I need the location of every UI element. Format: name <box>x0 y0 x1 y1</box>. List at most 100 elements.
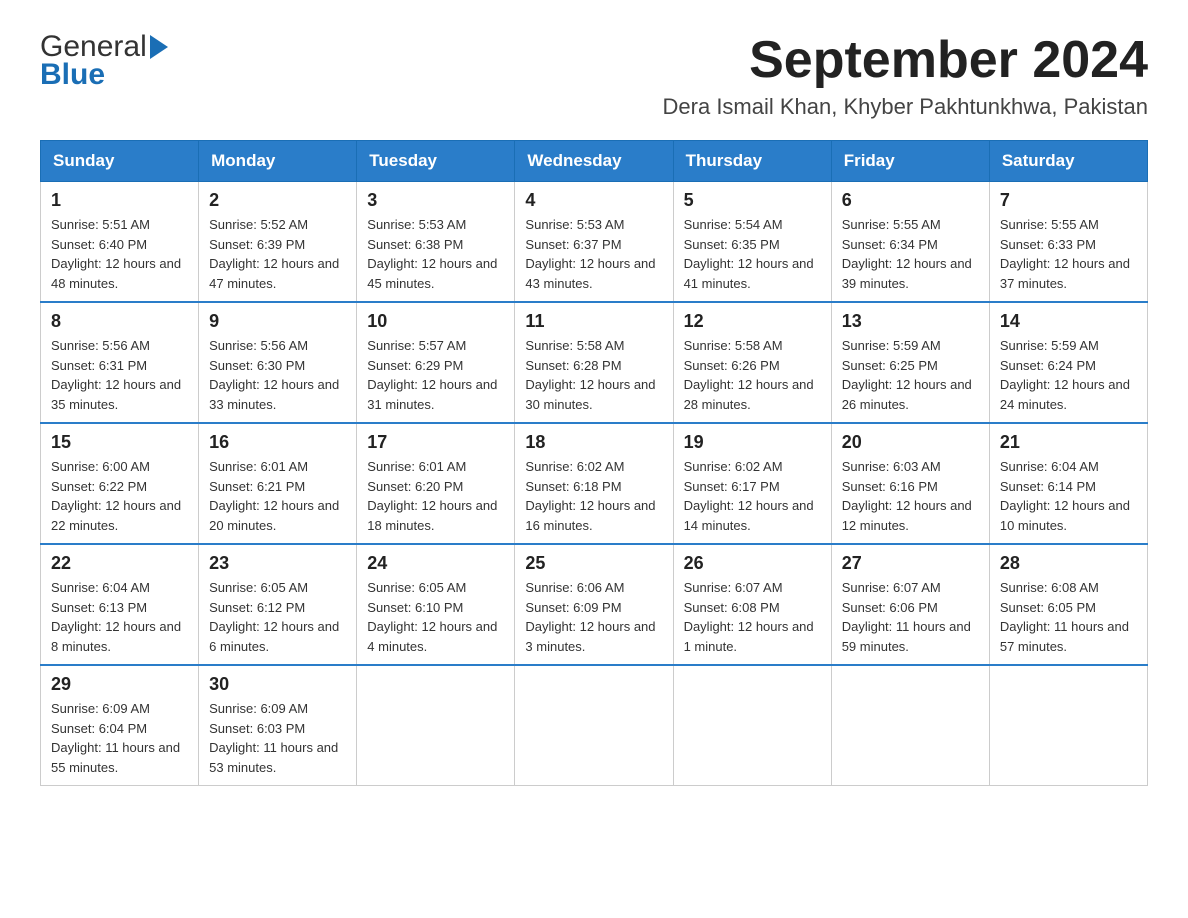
header: General Blue September 2024 Dera Ismail … <box>40 30 1148 120</box>
calendar-week-5: 29 Sunrise: 6:09 AMSunset: 6:04 PMDayligh… <box>41 665 1148 786</box>
day-number: 16 <box>209 432 346 453</box>
calendar-cell: 8Sunrise: 5:56 AMSunset: 6:31 PMDaylight… <box>41 302 199 423</box>
day-number: 2 <box>209 190 346 211</box>
calendar-cell: 7 Sunrise: 5:55 AMSunset: 6:33 PMDaylight… <box>989 182 1147 303</box>
day-info: Sunrise: 6:00 AMSunset: 6:22 PMDaylight:… <box>51 457 188 535</box>
calendar-cell: 27 Sunrise: 6:07 AMSunset: 6:06 PMDayligh… <box>831 544 989 665</box>
calendar-cell <box>989 665 1147 786</box>
day-number: 29 <box>51 674 188 695</box>
day-info: Sunrise: 6:08 AMSunset: 6:05 PMDaylight:… <box>1000 578 1137 656</box>
day-number: 23 <box>209 553 346 574</box>
day-info: Sunrise: 6:04 AMSunset: 6:13 PMDaylight:… <box>51 578 188 656</box>
day-number: 25 <box>525 553 662 574</box>
day-info: Sunrise: 5:56 AMSunset: 6:30 PMDaylight:… <box>209 336 346 414</box>
calendar-cell: 24Sunrise: 6:05 AMSunset: 6:10 PMDayligh… <box>357 544 515 665</box>
calendar-cell: 10 Sunrise: 5:57 AMSunset: 6:29 PMDayligh… <box>357 302 515 423</box>
calendar-cell: 3 Sunrise: 5:53 AMSunset: 6:38 PMDaylight… <box>357 182 515 303</box>
day-info: Sunrise: 6:03 AMSunset: 6:16 PMDaylight:… <box>842 457 979 535</box>
calendar-cell: 26Sunrise: 6:07 AMSunset: 6:08 PMDayligh… <box>673 544 831 665</box>
calendar-cell: 16 Sunrise: 6:01 AMSunset: 6:21 PMDayligh… <box>199 423 357 544</box>
header-sunday: Sunday <box>41 141 199 182</box>
calendar-cell: 17 Sunrise: 6:01 AMSunset: 6:20 PMDayligh… <box>357 423 515 544</box>
day-number: 4 <box>525 190 662 211</box>
calendar-cell <box>673 665 831 786</box>
day-info: Sunrise: 5:59 AMSunset: 6:24 PMDaylight:… <box>1000 336 1137 414</box>
day-info: Sunrise: 6:02 AMSunset: 6:18 PMDaylight:… <box>525 457 662 535</box>
logo-blue-text: Blue <box>40 58 168 92</box>
day-number: 28 <box>1000 553 1137 574</box>
calendar-week-4: 22Sunrise: 6:04 AMSunset: 6:13 PMDayligh… <box>41 544 1148 665</box>
day-number: 10 <box>367 311 504 332</box>
day-number: 26 <box>684 553 821 574</box>
logo-arrow-icon <box>150 35 168 59</box>
calendar-cell: 18 Sunrise: 6:02 AMSunset: 6:18 PMDayligh… <box>515 423 673 544</box>
calendar-table: Sunday Monday Tuesday Wednesday Thursday… <box>40 140 1148 786</box>
day-info: Sunrise: 5:52 AMSunset: 6:39 PMDaylight:… <box>209 215 346 293</box>
day-number: 17 <box>367 432 504 453</box>
day-number: 30 <box>209 674 346 695</box>
day-info: Sunrise: 5:58 AMSunset: 6:26 PMDaylight:… <box>684 336 821 414</box>
calendar-cell: 22Sunrise: 6:04 AMSunset: 6:13 PMDayligh… <box>41 544 199 665</box>
day-info: Sunrise: 6:01 AMSunset: 6:20 PMDaylight:… <box>367 457 504 535</box>
day-info: Sunrise: 5:54 AMSunset: 6:35 PMDaylight:… <box>684 215 821 293</box>
calendar-cell: 13 Sunrise: 5:59 AMSunset: 6:25 PMDayligh… <box>831 302 989 423</box>
day-info: Sunrise: 5:53 AMSunset: 6:38 PMDaylight:… <box>367 215 504 293</box>
day-info: Sunrise: 6:09 AMSunset: 6:03 PMDaylight:… <box>209 699 346 777</box>
day-number: 14 <box>1000 311 1137 332</box>
day-info: Sunrise: 5:55 AMSunset: 6:33 PMDaylight:… <box>1000 215 1137 293</box>
day-info: Sunrise: 5:58 AMSunset: 6:28 PMDaylight:… <box>525 336 662 414</box>
calendar-cell: 1Sunrise: 5:51 AMSunset: 6:40 PMDaylight… <box>41 182 199 303</box>
day-number: 27 <box>842 553 979 574</box>
day-number: 6 <box>842 190 979 211</box>
day-number: 3 <box>367 190 504 211</box>
calendar-week-1: 1Sunrise: 5:51 AMSunset: 6:40 PMDaylight… <box>41 182 1148 303</box>
calendar-cell: 2 Sunrise: 5:52 AMSunset: 6:39 PMDaylight… <box>199 182 357 303</box>
calendar-cell: 30 Sunrise: 6:09 AMSunset: 6:03 PMDayligh… <box>199 665 357 786</box>
day-number: 19 <box>684 432 821 453</box>
header-thursday: Thursday <box>673 141 831 182</box>
calendar-cell: 23 Sunrise: 6:05 AMSunset: 6:12 PMDayligh… <box>199 544 357 665</box>
logo: General Blue <box>40 30 168 92</box>
day-info: Sunrise: 5:55 AMSunset: 6:34 PMDaylight:… <box>842 215 979 293</box>
calendar-cell <box>515 665 673 786</box>
calendar-week-3: 15 Sunrise: 6:00 AMSunset: 6:22 PMDayligh… <box>41 423 1148 544</box>
calendar-cell: 9 Sunrise: 5:56 AMSunset: 6:30 PMDaylight… <box>199 302 357 423</box>
calendar-cell: 20Sunrise: 6:03 AMSunset: 6:16 PMDayligh… <box>831 423 989 544</box>
calendar-cell: 28 Sunrise: 6:08 AMSunset: 6:05 PMDayligh… <box>989 544 1147 665</box>
day-info: Sunrise: 6:02 AMSunset: 6:17 PMDaylight:… <box>684 457 821 535</box>
title-area: September 2024 Dera Ismail Khan, Khyber … <box>663 30 1148 120</box>
main-title: September 2024 <box>663 30 1148 90</box>
calendar-cell <box>831 665 989 786</box>
day-info: Sunrise: 6:05 AMSunset: 6:10 PMDaylight:… <box>367 578 504 656</box>
calendar-cell: 25Sunrise: 6:06 AMSunset: 6:09 PMDayligh… <box>515 544 673 665</box>
calendar-cell <box>357 665 515 786</box>
calendar-header-row: Sunday Monday Tuesday Wednesday Thursday… <box>41 141 1148 182</box>
day-info: Sunrise: 6:01 AMSunset: 6:21 PMDaylight:… <box>209 457 346 535</box>
day-number: 13 <box>842 311 979 332</box>
header-friday: Friday <box>831 141 989 182</box>
day-number: 11 <box>525 311 662 332</box>
calendar-cell: 6 Sunrise: 5:55 AMSunset: 6:34 PMDaylight… <box>831 182 989 303</box>
day-number: 9 <box>209 311 346 332</box>
day-number: 8 <box>51 311 188 332</box>
calendar-cell: 29 Sunrise: 6:09 AMSunset: 6:04 PMDayligh… <box>41 665 199 786</box>
calendar-cell: 5 Sunrise: 5:54 AMSunset: 6:35 PMDaylight… <box>673 182 831 303</box>
day-info: Sunrise: 5:59 AMSunset: 6:25 PMDaylight:… <box>842 336 979 414</box>
day-number: 15 <box>51 432 188 453</box>
header-tuesday: Tuesday <box>357 141 515 182</box>
day-info: Sunrise: 6:05 AMSunset: 6:12 PMDaylight:… <box>209 578 346 656</box>
day-number: 21 <box>1000 432 1137 453</box>
day-info: Sunrise: 6:09 AMSunset: 6:04 PMDaylight:… <box>51 699 188 777</box>
day-number: 5 <box>684 190 821 211</box>
calendar-cell: 15 Sunrise: 6:00 AMSunset: 6:22 PMDayligh… <box>41 423 199 544</box>
header-saturday: Saturday <box>989 141 1147 182</box>
day-info: Sunrise: 5:53 AMSunset: 6:37 PMDaylight:… <box>525 215 662 293</box>
calendar-cell: 11 Sunrise: 5:58 AMSunset: 6:28 PMDayligh… <box>515 302 673 423</box>
calendar-cell: 4 Sunrise: 5:53 AMSunset: 6:37 PMDaylight… <box>515 182 673 303</box>
day-number: 7 <box>1000 190 1137 211</box>
day-info: Sunrise: 5:57 AMSunset: 6:29 PMDaylight:… <box>367 336 504 414</box>
day-number: 18 <box>525 432 662 453</box>
day-info: Sunrise: 5:51 AMSunset: 6:40 PMDaylight:… <box>51 215 188 293</box>
calendar-cell: 19 Sunrise: 6:02 AMSunset: 6:17 PMDayligh… <box>673 423 831 544</box>
day-info: Sunrise: 6:07 AMSunset: 6:06 PMDaylight:… <box>842 578 979 656</box>
